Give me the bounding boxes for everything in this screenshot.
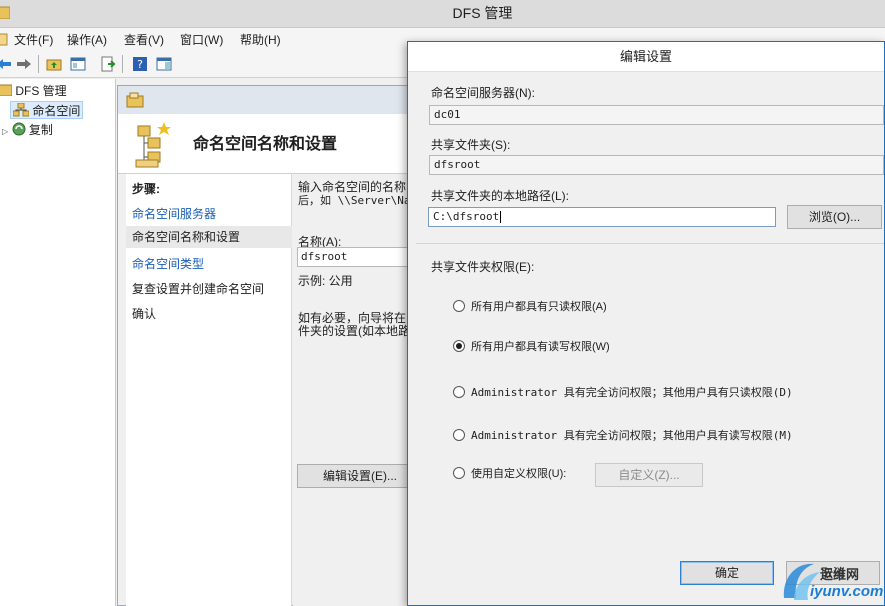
permission-label: Administrator 具有完全访问权限；其他用户具有读写权限(M) [471,429,793,442]
permission-read-write-all[interactable]: 所有用户都具有读写权限(W) [453,337,610,355]
watermark-text-top: 运维网 [820,567,860,582]
customize-button: 自定义(Z)... [595,463,703,487]
namespace-icon [12,102,30,117]
namespace-wizard-icon [135,122,171,168]
permission-label: 所有用户都具有只读权限(A) [471,301,607,313]
menu-window[interactable]: 窗口(W) [180,31,223,48]
console-icon [0,33,8,46]
permission-custom[interactable]: 使用自定义权限(U): [453,464,566,482]
radio-button[interactable] [453,467,465,479]
export-list-button[interactable] [98,54,118,74]
tree-item-label: 命名空间 [32,104,81,118]
menu-file[interactable]: 文件(F) [14,31,53,48]
help-icon: ? [133,57,147,71]
ok-button[interactable]: 确定 [680,561,774,585]
svg-text:?: ? [137,58,143,71]
browse-button[interactable]: 浏览(O)... [787,205,882,229]
back-button[interactable] [0,54,14,74]
note-text: 如有必要，向导将在 件夹的设置(如本地路 [298,312,409,338]
replication-icon [12,122,25,136]
local-path-label: 共享文件夹的本地路径(L): [431,189,570,203]
permission-label: 所有用户都具有读写权限(W) [471,341,610,353]
note-line-2: 件夹的设置(如本地路 [298,324,409,338]
example-text: 示例: 公用 [298,274,353,288]
menu-action[interactable]: 操作(A) [67,31,107,48]
tree-item-namespaces[interactable]: 命名空间 [10,101,84,119]
intro-text: 输入命名空间的名称 后，如 \\Server\Na [298,180,409,208]
show-hide-tree-button[interactable] [68,54,88,74]
main-window-title: DFS 管理 [452,5,513,21]
tree-root[interactable]: DFS 管理 [0,82,67,100]
wizard-steps-pane: 步骤: 命名空间服务器 命名空间名称和设置 命名空间类型 复查设置并创建命名空间… [126,174,292,606]
radio-button[interactable] [453,386,465,398]
tree-item-label: 复制 [28,123,53,137]
watermark: 运维网 iyunv.com [780,556,885,606]
step-namespace-name: 命名空间名称和设置 [126,226,292,248]
local-path-input[interactable]: C:\dfsroot [428,207,776,227]
forward-button[interactable] [14,54,34,74]
intro-line-1: 输入命名空间的名称 [298,180,407,194]
intro-line-2: 后，如 \\Server\Na [298,194,409,207]
radio-button-selected[interactable] [453,340,465,352]
edit-settings-button[interactable]: 编辑设置(E)... [297,464,409,488]
name-input[interactable]: dfsroot [297,247,409,267]
tree-root-label: DFS 管理 [15,84,67,98]
shared-folder-field: dfsroot [429,155,884,175]
action-pane-button[interactable] [154,54,174,74]
step-review-settings: 复查设置并创建命名空间 [132,282,265,296]
wizard-content-pane: 输入命名空间的名称 后，如 \\Server\Na 名称(A): dfsroot… [293,174,409,606]
step-confirmation: 确认 [132,307,157,321]
local-path-value: C:\dfsroot [433,210,500,223]
step-namespace-server[interactable]: 命名空间服务器 [132,205,216,222]
permission-read-only-all[interactable]: 所有用户都具有只读权限(A) [453,297,607,315]
server-label: 命名空间服务器(N): [431,86,535,100]
radio-button[interactable] [453,300,465,312]
steps-title: 步骤: [132,182,160,196]
watermark-text-bottom: iyunv.com [810,583,884,600]
help-button[interactable]: ? [130,54,150,74]
permission-admin-full-others-read[interactable]: Administrator 具有完全访问权限；其他用户具有只读权限(D) [453,383,793,401]
action-pane-icon [156,57,172,71]
menu-view[interactable]: 查看(V) [124,31,164,48]
permissions-label: 共享文件夹权限(E): [431,260,535,274]
permission-label: Administrator 具有完全访问权限；其他用户具有只读权限(D) [471,386,793,399]
new-namespace-wizard: 命名空间名称和设置 步骤: 命名空间服务器 命名空间名称和设置 命名空间类型 复… [117,85,410,606]
export-icon [101,56,116,72]
divider [416,243,884,244]
console-tree: DFS 管理 命名空间 ▷ 复制 [0,79,116,606]
dialog-title: 编辑设置 [619,49,672,64]
edit-settings-dialog: 编辑设置 命名空间服务器(N): dc01 共享文件夹(S): dfsroot … [407,41,885,606]
folder-icon [0,84,13,97]
server-field: dc01 [429,105,884,125]
permission-label: 使用自定义权限(U): [471,468,567,480]
step-namespace-type[interactable]: 命名空间类型 [132,255,204,272]
shared-folder-label: 共享文件夹(S): [431,138,511,152]
permission-admin-full-others-write[interactable]: Administrator 具有完全访问权限；其他用户具有读写权限(M) [453,426,793,444]
tree-item-replication[interactable]: ▷ 复制 [2,121,53,139]
arrow-left-icon [0,59,11,69]
console-tree-icon [70,57,86,71]
radio-button[interactable] [453,429,465,441]
expand-arrow-icon[interactable]: ▷ [2,127,8,136]
arrow-right-icon [17,59,31,69]
folder-up-icon [46,59,62,71]
wizard-title-bar[interactable] [118,86,409,114]
wizard-icon [126,92,144,108]
menu-help[interactable]: 帮助(H) [240,31,281,48]
up-folder-button[interactable] [44,54,64,74]
wizard-heading: 命名空间名称和设置 [193,136,338,153]
